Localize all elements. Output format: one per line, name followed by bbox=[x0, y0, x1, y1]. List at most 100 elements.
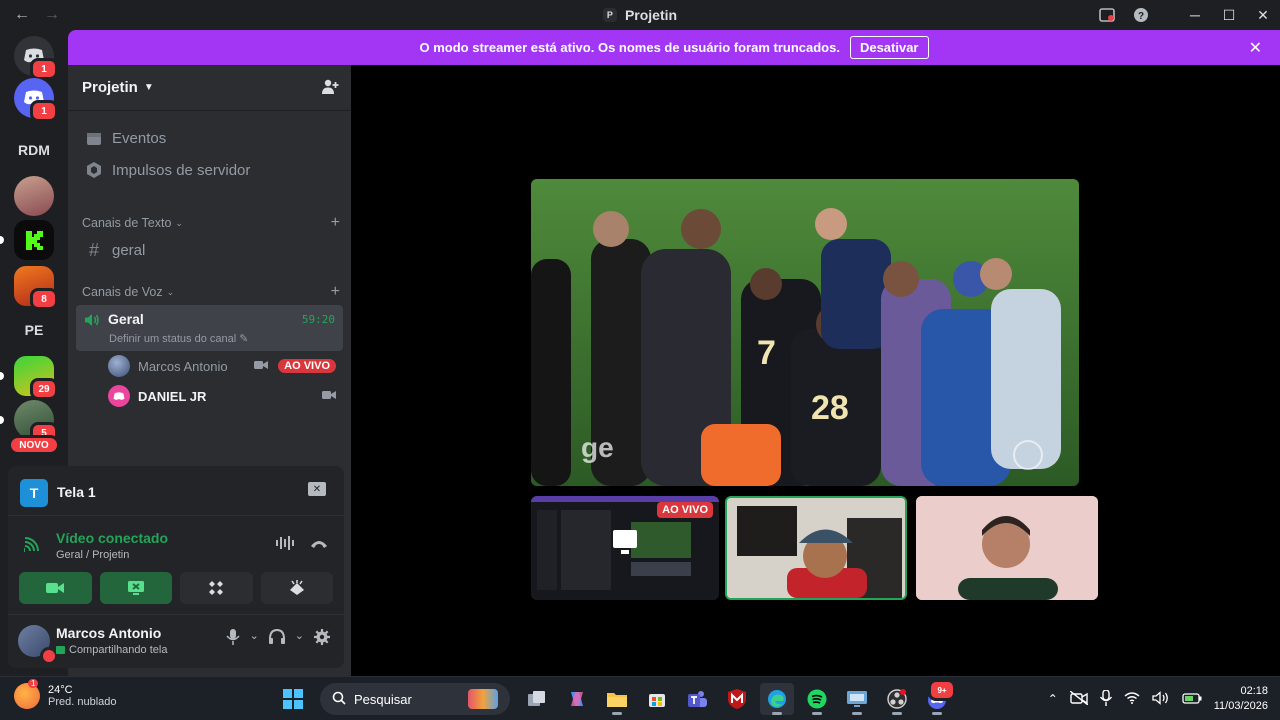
start-icon[interactable] bbox=[276, 683, 310, 715]
camera-off-icon[interactable] bbox=[1069, 689, 1089, 708]
user-name: Marcos Antonio bbox=[56, 625, 162, 641]
soundboard-button[interactable] bbox=[260, 572, 333, 604]
participant-tile-screen[interactable]: AO VIVO bbox=[531, 496, 719, 600]
search-placeholder: Pesquisar bbox=[354, 691, 412, 707]
server-header[interactable]: Projetin ▼ bbox=[68, 65, 351, 111]
home-badge: 1 bbox=[30, 58, 58, 80]
t-server-badge: 29 bbox=[30, 378, 58, 400]
weather-condition: Pred. nublado bbox=[48, 696, 117, 708]
wifi-icon[interactable] bbox=[1124, 691, 1140, 707]
battery-icon[interactable] bbox=[1182, 692, 1202, 707]
clock[interactable]: 02:18 11/03/2026 bbox=[1214, 684, 1268, 714]
direct-messages-icon[interactable]: 1 bbox=[14, 36, 58, 80]
minimize-icon[interactable]: ─ bbox=[1178, 0, 1212, 30]
participant-tile-camera-2[interactable] bbox=[916, 496, 1098, 600]
time: 02:18 bbox=[1240, 685, 1268, 697]
streamer-mode-banner: O modo streamer está ativo. Os nomes de … bbox=[68, 30, 1280, 65]
remote-desktop-icon[interactable] bbox=[840, 683, 874, 715]
teams-icon[interactable] bbox=[680, 683, 714, 715]
volume-icon[interactable] bbox=[1152, 690, 1170, 708]
copilot-icon[interactable] bbox=[560, 683, 594, 715]
weather-badge: 1 bbox=[28, 679, 39, 688]
channel-geral[interactable]: # geral bbox=[76, 234, 343, 266]
window-title: Projetin bbox=[624, 7, 678, 23]
stop-stream-icon[interactable]: ✕ bbox=[308, 482, 326, 496]
camera-button[interactable] bbox=[19, 572, 92, 604]
avatar bbox=[108, 385, 130, 407]
participant-tile-camera-1[interactable] bbox=[725, 496, 907, 600]
signal-icon bbox=[23, 536, 40, 557]
voice-member-daniel[interactable]: DANIEL JR bbox=[108, 382, 336, 410]
invite-people-icon[interactable] bbox=[321, 79, 339, 99]
voice-channel-label: Geral bbox=[108, 311, 144, 327]
main-stream-video[interactable]: ge 7 28 bbox=[531, 179, 1079, 486]
voice-member-marcos[interactable]: Marcos Antonio AO VIVO bbox=[108, 352, 336, 380]
taskbar-search[interactable]: Pesquisar bbox=[320, 683, 510, 715]
inbox-icon[interactable] bbox=[1090, 0, 1124, 30]
connection-title[interactable]: Vídeo conectado bbox=[56, 530, 168, 546]
disable-streamer-button[interactable]: Desativar bbox=[849, 36, 929, 59]
microphone-icon[interactable] bbox=[225, 629, 240, 649]
chevron-down-icon[interactable]: ⌄ bbox=[250, 629, 259, 649]
headphones-icon[interactable] bbox=[268, 628, 285, 649]
maximize-icon[interactable]: ☐ bbox=[1212, 0, 1246, 30]
voice-panel: T Tela 1 ✕ Vídeo conectado Geral / Proje… bbox=[8, 466, 344, 668]
help-icon[interactable]: ? bbox=[1124, 0, 1158, 30]
server-avatar-2[interactable]: 5 bbox=[14, 400, 58, 444]
svg-text:ge: ge bbox=[581, 432, 614, 463]
server-t[interactable]: 29 bbox=[14, 356, 58, 400]
close-banner-icon[interactable]: ✕ bbox=[1249, 38, 1262, 58]
obs-icon[interactable] bbox=[880, 683, 914, 715]
server-mamba[interactable]: 8 bbox=[14, 266, 58, 310]
activities-button[interactable] bbox=[180, 572, 253, 604]
chevron-down-icon[interactable]: ⌄ bbox=[295, 629, 304, 649]
channel-status-prompt[interactable]: Definir um status do canal ✎ bbox=[109, 332, 248, 345]
user-area: Marcos Antonio Compartilhando tela ⌄ ⌄ bbox=[8, 614, 344, 668]
server-kick[interactable] bbox=[14, 220, 54, 260]
svg-text:7: 7 bbox=[757, 334, 776, 372]
streamer-mode-message: O modo streamer está ativo. Os nomes de … bbox=[419, 40, 840, 55]
live-badge: AO VIVO bbox=[278, 359, 336, 373]
add-text-channel-icon[interactable]: + bbox=[331, 214, 340, 232]
boost-icon bbox=[84, 162, 104, 178]
settings-gear-icon[interactable] bbox=[314, 629, 330, 649]
weather-widget[interactable]: 1 24°C Pred. nublado bbox=[14, 679, 117, 709]
voice-channels-category[interactable]: Canais de Voz ⌄ + bbox=[82, 283, 342, 301]
spotify-icon[interactable] bbox=[800, 683, 834, 715]
close-window-icon[interactable]: ✕ bbox=[1246, 0, 1280, 30]
voice-actions bbox=[19, 572, 333, 604]
text-channels-category[interactable]: Canais de Texto ⌄ + bbox=[82, 214, 342, 232]
screen-share-status-icon bbox=[56, 646, 65, 654]
title-bar: ← → P Projetin ? ─ ☐ ✕ bbox=[0, 0, 1280, 30]
add-voice-channel-icon[interactable]: + bbox=[331, 283, 340, 301]
store-icon[interactable] bbox=[640, 683, 674, 715]
noise-suppression-icon[interactable] bbox=[276, 536, 294, 553]
chevron-up-icon[interactable]: ⌃ bbox=[1048, 692, 1058, 706]
forward-button[interactable]: → bbox=[44, 6, 60, 24]
task-view-icon[interactable] bbox=[520, 683, 554, 715]
disconnect-icon[interactable] bbox=[310, 536, 328, 552]
server-rdm[interactable]: RDM bbox=[14, 130, 54, 170]
date: 11/03/2026 bbox=[1213, 700, 1268, 712]
back-button[interactable]: ← bbox=[14, 6, 30, 24]
mcafee-icon[interactable] bbox=[720, 683, 754, 715]
file-explorer-icon[interactable] bbox=[600, 683, 634, 715]
svg-text:?: ? bbox=[1138, 11, 1144, 22]
unread-pip bbox=[0, 372, 4, 380]
camera-icon bbox=[322, 389, 336, 403]
edge-icon[interactable] bbox=[760, 683, 794, 715]
screen-share-button[interactable] bbox=[99, 572, 172, 604]
stream-row: T Tela 1 ✕ bbox=[8, 466, 344, 516]
voice-channel-geral[interactable]: Geral 59:20 Definir um status do canal ✎ bbox=[76, 305, 343, 351]
voice-timer: 59:20 bbox=[301, 313, 335, 326]
member-name: DANIEL JR bbox=[138, 388, 207, 404]
server-pe[interactable]: PE bbox=[14, 310, 54, 350]
server-avatar-1[interactable] bbox=[14, 176, 54, 216]
events-item[interactable]: Eventos bbox=[76, 122, 343, 154]
discord-server-icon[interactable]: 1 bbox=[14, 78, 58, 122]
microphone-tray-icon[interactable] bbox=[1099, 688, 1112, 709]
boosts-item[interactable]: Impulsos de servidor bbox=[76, 154, 343, 186]
discord-taskbar-icon[interactable]: 9+ bbox=[920, 679, 956, 715]
camera-icon bbox=[254, 359, 268, 373]
chevron-down-icon: ⌄ bbox=[166, 286, 175, 297]
